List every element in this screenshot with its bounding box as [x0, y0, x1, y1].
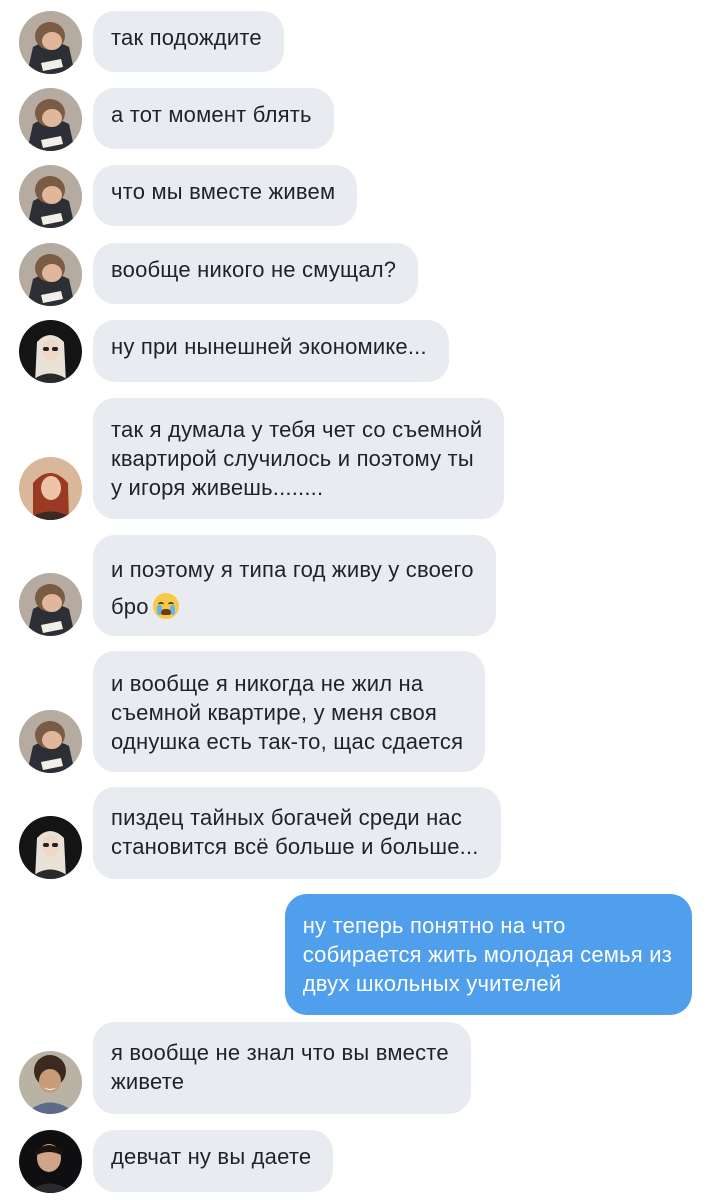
message-bubble[interactable]: так я думала у тебя чет со съемной кварт…	[93, 398, 505, 519]
boy-icon[interactable]	[19, 88, 82, 151]
curly-icon[interactable]	[19, 1051, 82, 1114]
message-bubble[interactable]: ну при нынешней экономике...	[93, 320, 449, 382]
crying-face-icon	[152, 593, 179, 619]
redhead-icon[interactable]	[19, 457, 82, 520]
message-bubble[interactable]: и поэтому я типа год живу у своего бро	[93, 535, 496, 636]
boy-icon[interactable]	[19, 11, 82, 74]
message-bubble[interactable]: так подождите	[93, 11, 284, 72]
message-bubble[interactable]: и вообще я никогда не жил на съемной ква…	[93, 651, 486, 772]
boy-icon[interactable]	[19, 573, 82, 636]
boy-icon[interactable]	[19, 243, 82, 306]
message-bubble[interactable]: вообще никого не смущал?	[93, 243, 419, 304]
message-bubble[interactable]: пиздец тайных богачей среди нас становит…	[93, 787, 501, 879]
dark-icon[interactable]	[19, 1130, 82, 1193]
message-bubble[interactable]: я вообще не знал что вы вместе живете	[93, 1022, 471, 1114]
outgoing-message-bubble[interactable]: ну теперь понятно на что собирается жить…	[284, 894, 692, 1015]
blonde-icon[interactable]	[19, 816, 82, 879]
message-bubble[interactable]: девчат ну вы даете	[93, 1130, 334, 1192]
boy-icon[interactable]	[19, 165, 82, 228]
message-bubble[interactable]: что мы вместе живем	[93, 165, 358, 226]
boy-icon[interactable]	[19, 710, 82, 773]
blonde-icon[interactable]	[19, 320, 82, 383]
message-bubble[interactable]: а тот момент блять	[93, 88, 334, 149]
